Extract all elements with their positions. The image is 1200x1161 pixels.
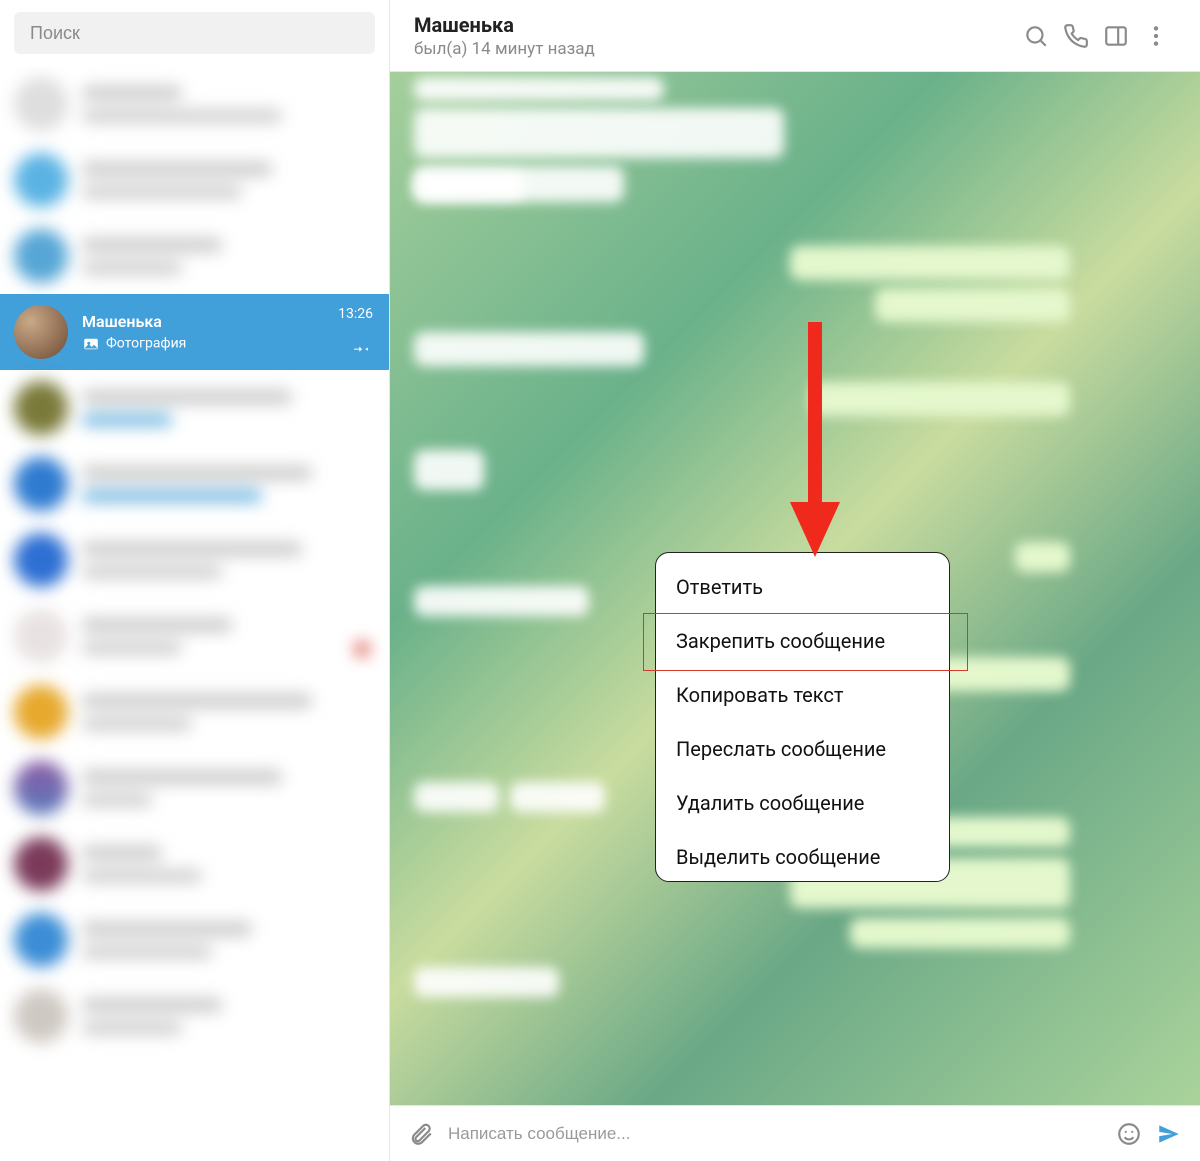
list-item[interactable]: [0, 826, 389, 902]
more-icon[interactable]: [1136, 16, 1176, 56]
list-item[interactable]: [0, 750, 389, 826]
message-input[interactable]: [448, 1106, 1102, 1161]
menu-item-delete[interactable]: Удалить сообщение: [656, 773, 949, 827]
chat-item-preview: Фотография: [82, 335, 375, 353]
list-item[interactable]: [0, 142, 389, 218]
compose-bar: [390, 1105, 1200, 1161]
send-icon[interactable]: [1156, 1121, 1182, 1147]
search-input[interactable]: [14, 12, 375, 54]
chat-item-time: 13:26: [338, 306, 373, 322]
chat-title[interactable]: Машенька: [414, 13, 1016, 37]
avatar: [14, 305, 68, 359]
menu-item-reply[interactable]: Ответить: [656, 553, 949, 611]
chat-status: был(а) 14 минут назад: [414, 39, 1016, 59]
chat-list[interactable]: Машенька Фотография 13:26: [0, 66, 389, 1161]
list-item[interactable]: [0, 370, 389, 446]
search-icon[interactable]: [1016, 16, 1056, 56]
list-item[interactable]: [0, 674, 389, 750]
menu-item-forward[interactable]: Переслать сообщение: [656, 719, 949, 773]
list-item[interactable]: [0, 66, 389, 142]
chat-panel: Машенька был(а) 14 минут назад: [390, 0, 1200, 1161]
menu-item-select[interactable]: Выделить сообщение: [656, 827, 949, 881]
call-icon[interactable]: [1056, 16, 1096, 56]
chat-header: Машенька был(а) 14 минут назад: [390, 0, 1200, 72]
attach-icon[interactable]: [408, 1121, 434, 1147]
list-item[interactable]: [0, 218, 389, 294]
emoji-icon[interactable]: [1116, 1121, 1142, 1147]
photo-icon: [82, 335, 100, 353]
pin-icon: [353, 338, 371, 356]
messages-area[interactable]: Ответить Закрепить сообщение Копировать …: [390, 72, 1200, 1105]
list-item-active[interactable]: Машенька Фотография 13:26: [0, 294, 389, 370]
message-context-menu: Ответить Закрепить сообщение Копировать …: [655, 552, 950, 882]
list-item[interactable]: [0, 522, 389, 598]
menu-item-copy[interactable]: Копировать текст: [656, 665, 949, 719]
annotation-arrow-icon: [785, 322, 845, 562]
list-item[interactable]: [0, 598, 389, 674]
list-item[interactable]: [0, 446, 389, 522]
list-item[interactable]: [0, 978, 389, 1054]
chat-list-sidebar: Машенька Фотография 13:26: [0, 0, 390, 1161]
chat-item-title: Машенька: [82, 312, 375, 331]
menu-item-pin[interactable]: Закрепить сообщение: [656, 611, 949, 665]
sidepanel-icon[interactable]: [1096, 16, 1136, 56]
list-item[interactable]: [0, 902, 389, 978]
